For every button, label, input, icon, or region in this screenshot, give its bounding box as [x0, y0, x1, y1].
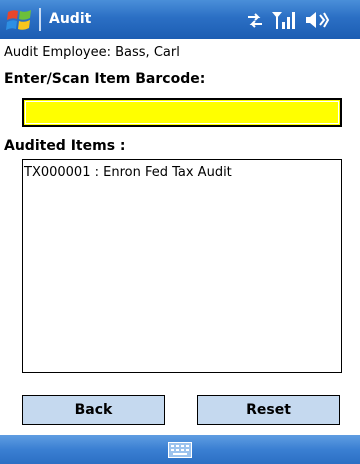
reset-button[interactable]: Reset [197, 395, 340, 425]
volume-icon[interactable] [304, 9, 330, 31]
windows-flag-icon[interactable] [6, 7, 34, 33]
barcode-label: Enter/Scan Item Barcode: [4, 71, 206, 87]
window-title: Audit [49, 11, 92, 27]
audit-screen: Audit Audit Employee: Bass, Carl Enter/S… [0, 0, 360, 464]
softkey-bar [0, 435, 360, 464]
audited-items-label: Audited Items : [4, 138, 126, 154]
audited-items-list[interactable]: TX000001 : Enron Fed Tax Audit [22, 159, 342, 373]
title-separator [39, 8, 41, 31]
signal-strength-icon[interactable] [271, 9, 297, 31]
title-bar: Audit [0, 0, 360, 39]
back-button[interactable]: Back [22, 395, 165, 425]
audit-employee-text: Audit Employee: Bass, Carl [4, 45, 180, 60]
connectivity-icon[interactable] [245, 9, 265, 31]
list-item[interactable]: TX000001 : Enron Fed Tax Audit [23, 160, 341, 180]
barcode-input[interactable] [22, 98, 342, 127]
keyboard-icon[interactable] [168, 442, 192, 462]
